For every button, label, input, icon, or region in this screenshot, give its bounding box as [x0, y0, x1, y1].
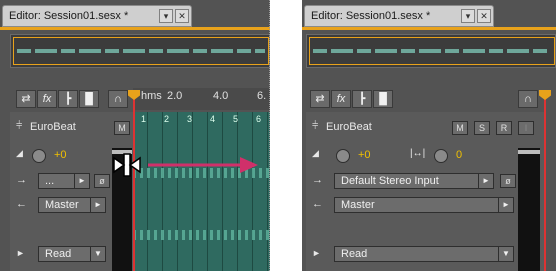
bar-number: 5 — [233, 114, 239, 124]
track-wave-icon: ⫩ — [16, 120, 23, 132]
phase-invert-button[interactable]: ø — [94, 174, 110, 188]
bar-number: 6 — [256, 114, 262, 124]
input-select-value: Default Stereo Input — [341, 175, 439, 187]
resize-cursor-icon — [113, 153, 141, 177]
bar-number: 1 — [141, 114, 147, 124]
tab-menu-button[interactable]: ▾ — [461, 9, 475, 23]
send-icon[interactable]: ┣ — [58, 90, 78, 108]
pan-icon: |↔| — [410, 148, 426, 159]
session-overview[interactable] — [10, 34, 270, 68]
automation-mode-value: Read — [341, 248, 368, 260]
output-select[interactable]: Master ► — [38, 197, 106, 213]
input-arrow-icon: → — [16, 174, 27, 186]
input-select[interactable]: ... ► — [38, 173, 90, 189]
tab-accent-strip — [0, 27, 270, 30]
chevron-right-icon: ► — [74, 174, 89, 188]
ruler-tick: 4.0 — [213, 90, 229, 102]
volume-icon: ◢ — [312, 148, 319, 158]
chevron-down-icon: ▼ — [498, 247, 513, 261]
output-select-value: Master — [45, 199, 79, 211]
output-select[interactable]: Master ► — [334, 197, 514, 213]
tab-close-button[interactable]: ✕ — [175, 9, 189, 23]
panel-divider — [269, 0, 270, 271]
tab-menu-button[interactable]: ▾ — [159, 9, 173, 23]
session-overview[interactable] — [306, 34, 556, 68]
phase-invert-button[interactable]: ø — [500, 174, 516, 188]
track-name[interactable]: EuroBeat — [30, 121, 76, 133]
fx-icon[interactable]: fx — [331, 90, 351, 108]
ruler-tick: 6. — [257, 90, 267, 102]
input-select[interactable]: Default Stereo Input ► — [334, 173, 494, 189]
chevron-right-icon: ► — [478, 174, 493, 188]
volume-knob[interactable] — [336, 149, 350, 163]
left-editor-panel: Editor: Session01.sesx * ▾ ✕ ⇄ fx ┣ ▐▌ ∩… — [0, 0, 270, 271]
editor-tab-title: Editor: Session01.sesx * — [311, 10, 431, 22]
drag-arrow-head — [240, 157, 258, 173]
bar-number: 3 — [187, 114, 193, 124]
overview-waveform — [313, 49, 551, 53]
chevron-right-icon: ► — [90, 198, 105, 212]
track-clip-lane[interactable]: 1 2 3 4 5 6 — [133, 112, 270, 271]
output-arrow-icon: ← — [312, 198, 323, 210]
overview-waveform — [17, 49, 265, 53]
eq-icon[interactable]: ▐▌ — [79, 90, 99, 108]
ruler-unit: hms — [141, 90, 162, 102]
track-wave-icon: ⫩ — [312, 120, 319, 132]
swap-icon[interactable]: ⇄ — [16, 90, 36, 108]
editor-tab[interactable]: Editor: Session01.sesx * ▾ ✕ — [304, 5, 494, 27]
fx-icon[interactable]: fx — [37, 90, 57, 108]
automation-mode-value: Read — [45, 248, 72, 260]
automation-mode-select[interactable]: Read ▼ — [38, 246, 106, 262]
output-arrow-icon: ← — [16, 198, 27, 210]
chevron-right-icon: ► — [498, 198, 513, 212]
eq-icon[interactable]: ▐▌ — [373, 90, 393, 108]
swap-icon[interactable]: ⇄ — [310, 90, 330, 108]
volume-knob[interactable] — [32, 149, 46, 163]
clip-waveform — [133, 230, 270, 240]
expand-icon[interactable]: ► — [312, 248, 321, 258]
editor-tab[interactable]: Editor: Session01.sesx * ▾ ✕ — [2, 5, 192, 27]
bar-number: 4 — [210, 114, 216, 124]
input-select-value: ... — [45, 175, 55, 187]
output-select-value: Master — [341, 199, 375, 211]
ruler-tick: 2.0 — [167, 90, 183, 102]
volume-value[interactable]: +0 — [358, 149, 371, 161]
input-monitor-button[interactable]: I — [518, 121, 534, 135]
playhead[interactable] — [539, 90, 551, 271]
headphones-icon[interactable]: ∩ — [518, 90, 538, 108]
track-name[interactable]: EuroBeat — [326, 121, 372, 133]
level-meter — [518, 148, 540, 271]
automation-mode-select[interactable]: Read ▼ — [334, 246, 514, 262]
editor-tab-title: Editor: Session01.sesx * — [9, 10, 129, 22]
time-ruler[interactable]: hms 2.0 4.0 6. — [133, 88, 270, 110]
send-icon[interactable]: ┣ — [352, 90, 372, 108]
tab-accent-strip — [302, 27, 556, 30]
record-arm-button[interactable]: R — [496, 121, 512, 135]
input-arrow-icon: → — [312, 174, 323, 186]
playhead-marker-icon[interactable] — [539, 90, 551, 100]
track-header: ⫩ EuroBeat M S R I ◢ +0 |↔| 0 → Default … — [306, 112, 544, 271]
pan-value[interactable]: 0 — [456, 149, 462, 161]
volume-icon: ◢ — [16, 148, 23, 158]
mute-button[interactable]: M — [114, 121, 130, 135]
right-editor-panel: Editor: Session01.sesx * ▾ ✕ ⇄ fx ┣ ▐▌ ∩… — [302, 0, 556, 271]
drag-arrow-overlay — [113, 153, 258, 177]
solo-button[interactable]: S — [474, 121, 490, 135]
tab-close-button[interactable]: ✕ — [477, 9, 491, 23]
expand-icon[interactable]: ► — [16, 248, 25, 258]
chevron-down-icon: ▼ — [90, 247, 105, 261]
volume-value[interactable]: +0 — [54, 149, 67, 161]
headphones-icon[interactable]: ∩ — [108, 90, 128, 108]
bar-number: 2 — [164, 114, 170, 124]
pan-knob[interactable] — [434, 149, 448, 163]
mute-button[interactable]: M — [452, 121, 468, 135]
